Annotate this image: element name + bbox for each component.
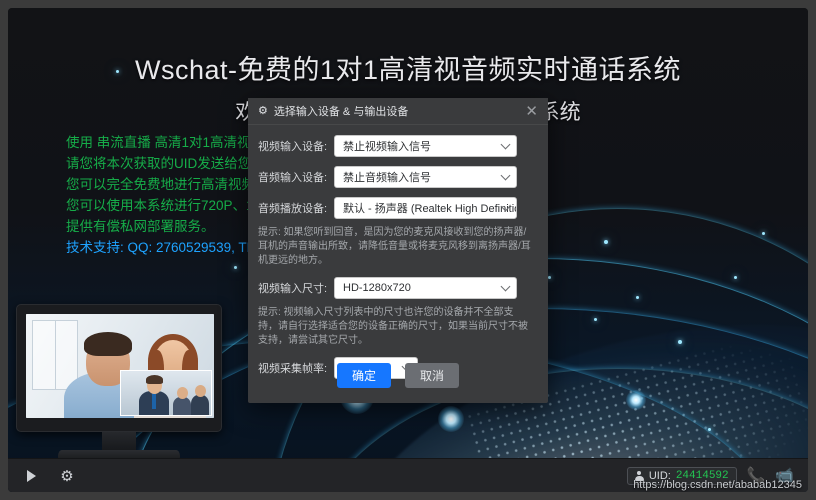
dialog-title: 选择输入设备 & 与输出设备: [273, 106, 409, 118]
star-dot: [594, 318, 597, 321]
page-title: Wschat-免费的1对1高清视音频实时通话系统: [134, 55, 682, 85]
star-glow: [626, 390, 646, 410]
confirm-button[interactable]: 确定: [337, 362, 391, 388]
video-size-hint: 提示: 视频输入尺寸列表中的尺寸也许您的设备并不全部支持，请自行选择适合您的设备…: [258, 307, 528, 346]
pip-person-body: [191, 395, 209, 415]
audio-input-value: 禁止音频输入信号: [343, 172, 431, 184]
device-settings-dialog: ⚙ 选择输入设备 & 与输出设备 ✕ 视频输入设备: 禁止视频输入信号 音频输入…: [248, 98, 548, 403]
video-input-row: 视频输入设备: 禁止视频输入信号: [258, 135, 536, 157]
pip-person-head: [177, 387, 188, 399]
video-size-row: 视频输入尺寸: HD-1280x720: [258, 277, 536, 299]
star-glow: [438, 406, 464, 432]
picture-in-picture: [120, 370, 212, 416]
watermark-url: https://blog.csdn.net/ababab12345: [633, 479, 802, 491]
monitor-screen: [26, 314, 214, 418]
monitor-illustration: [10, 304, 228, 466]
app-window: Wschat-免费的1对1高清视音频实时通话系统 欢迎使用Wschat免费的1对…: [8, 8, 808, 492]
star-dot: [678, 340, 682, 344]
video-size-label: 视频输入尺寸:: [258, 283, 328, 295]
pip-person-body: [173, 397, 191, 415]
audio-output-label: 音频播放设备:: [258, 203, 328, 215]
audio-output-select[interactable]: 默认 - 扬声器 (Realtek High Definition Au: [334, 197, 517, 219]
cancel-button[interactable]: 取消: [405, 362, 459, 388]
dialog-footer: 确定 取消: [248, 347, 548, 403]
video-input-value: 禁止视频输入信号: [343, 141, 431, 153]
star-dot: [734, 276, 737, 279]
monitor-stand-neck: [102, 432, 136, 452]
video-size-value: HD-1280x720: [343, 282, 411, 294]
audio-output-value: 默认 - 扬声器 (Realtek High Definition Au: [343, 203, 516, 215]
person-hair: [84, 332, 132, 356]
star-dot: [708, 428, 711, 431]
close-icon[interactable]: ✕: [523, 104, 540, 119]
window-pane: [32, 320, 78, 390]
pip-person-head: [195, 385, 206, 397]
star-dot: [548, 276, 551, 279]
dialog-body: 视频输入设备: 禁止视频输入信号 音频输入设备: 禁止音频输入信号 音频播放设备…: [248, 125, 548, 379]
chevron-down-icon: [500, 281, 511, 292]
chevron-down-icon: [500, 139, 511, 150]
audio-input-select[interactable]: 禁止音频输入信号: [334, 166, 517, 188]
audio-output-row: 音频播放设备: 默认 - 扬声器 (Realtek High Definitio…: [258, 197, 536, 219]
video-input-label: 视频输入设备:: [258, 141, 328, 153]
video-size-select[interactable]: HD-1280x720: [334, 277, 517, 299]
audio-input-row: 音频输入设备: 禁止音频输入信号: [258, 166, 536, 188]
pip-person-hair: [146, 375, 163, 384]
play-icon[interactable]: [22, 467, 40, 485]
dialog-title-wrap: ⚙ 选择输入设备 & 与输出设备: [258, 103, 408, 119]
star-dot: [636, 296, 639, 299]
audio-input-label: 音频输入设备:: [258, 172, 328, 184]
gear-icon: ⚙: [258, 104, 268, 117]
pip-person-tie: [152, 393, 156, 409]
dialog-header: ⚙ 选择输入设备 & 与输出设备 ✕: [248, 98, 548, 125]
toolbar-left-group: ⚙: [8, 467, 76, 485]
gear-icon[interactable]: ⚙: [58, 467, 76, 485]
star-dot: [234, 266, 237, 269]
audio-hint: 提示: 如果您听到回音，是因为您的麦克风接收到您的扬声器/耳机的声音输出所致，请…: [258, 227, 531, 266]
video-input-select[interactable]: 禁止视频输入信号: [334, 135, 517, 157]
chevron-down-icon: [500, 170, 511, 181]
monitor-bezel: [16, 304, 222, 432]
